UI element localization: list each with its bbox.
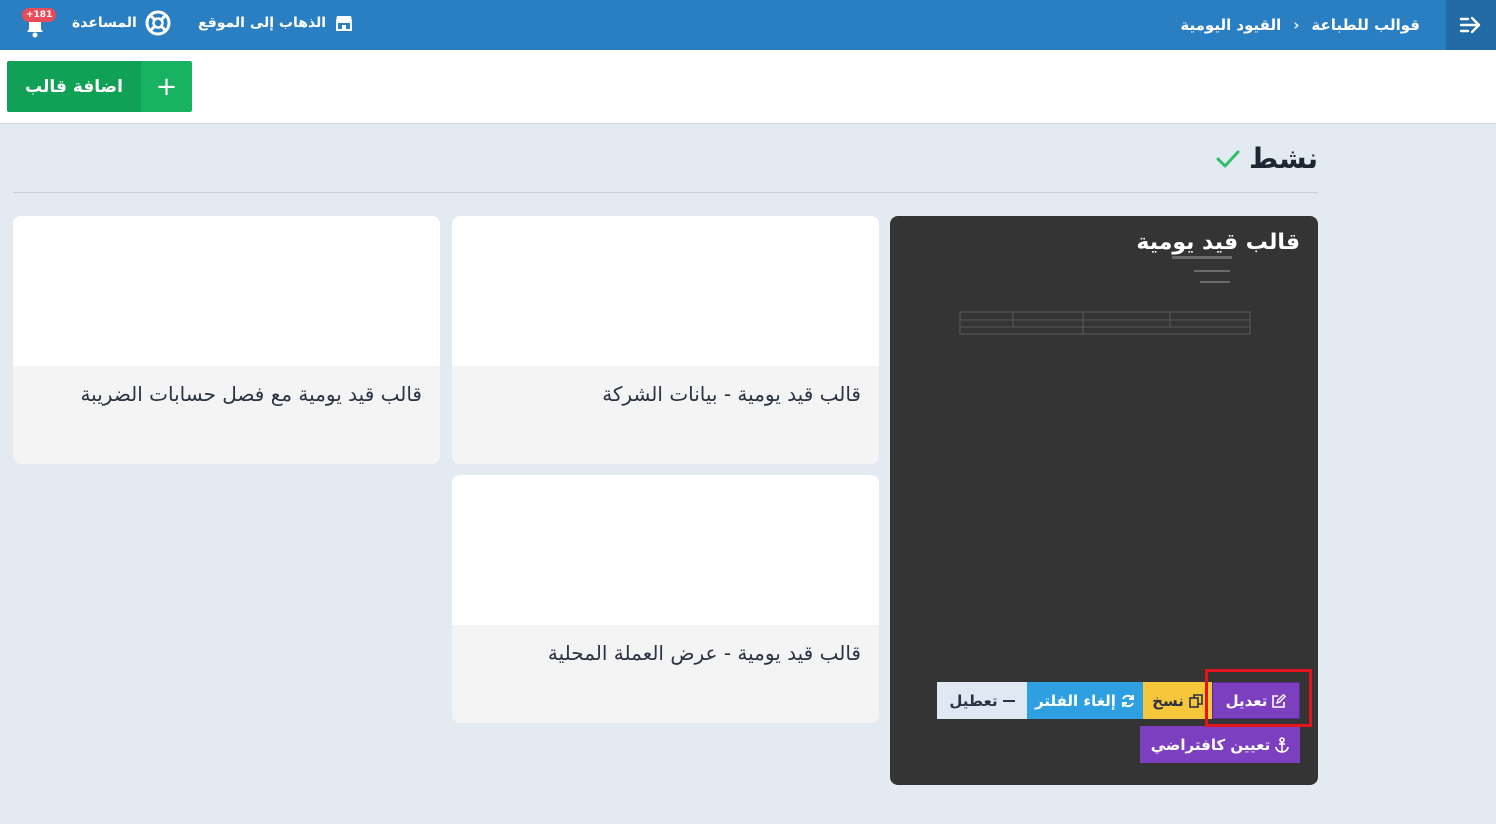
- copy-button[interactable]: نسخ: [1143, 682, 1212, 719]
- refresh-icon: [1121, 694, 1134, 707]
- notifications-badge: +181: [22, 8, 57, 22]
- disable-button[interactable]: تعطيل: [937, 682, 1027, 719]
- disable-label: تعطيل: [949, 691, 998, 710]
- breadcrumb-print-templates[interactable]: قوالب للطباعة: [1311, 16, 1420, 34]
- template-thumbnail: [452, 475, 879, 625]
- help-link[interactable]: المساعدة: [72, 0, 171, 46]
- section-heading-active: نشط: [1215, 142, 1318, 175]
- top-navbar: قوالب للطباعة › القيود اليومية الذهاب إل…: [0, 0, 1496, 50]
- page-toolbar: + اضافة قالب: [0, 50, 1496, 124]
- edit-label: تعديل: [1225, 691, 1268, 710]
- edit-button[interactable]: تعديل: [1212, 682, 1300, 719]
- template-preview: [959, 256, 1251, 335]
- breadcrumb: قوالب للطباعة › القيود اليومية: [1180, 0, 1420, 50]
- arrow-right-bar-icon: [1459, 16, 1481, 34]
- section-divider: [13, 192, 1318, 193]
- help-label: المساعدة: [72, 15, 137, 31]
- go-to-site-label: الذهاب إلى الموقع: [198, 15, 327, 31]
- template-card-title: قالب قيد يومية - بيانات الشركة: [602, 382, 861, 406]
- store-icon: [336, 16, 353, 31]
- template-thumbnail: [452, 216, 879, 366]
- template-card[interactable]: قالب قيد يومية - عرض العملة المحلية: [452, 475, 879, 723]
- copy-label: نسخ: [1152, 691, 1184, 710]
- go-to-site-link[interactable]: الذهاب إلى الموقع: [198, 0, 354, 46]
- copy-icon: [1189, 693, 1203, 708]
- breadcrumb-current: القيود اليومية: [1180, 16, 1282, 34]
- template-card-title: قالب قيد يومية - عرض العملة المحلية: [547, 641, 861, 665]
- edit-icon: [1272, 693, 1287, 708]
- add-template-button[interactable]: + اضافة قالب: [7, 61, 192, 112]
- chevron-left-icon: ›: [1293, 16, 1300, 34]
- section-title: نشط: [1249, 142, 1318, 175]
- lifebuoy-icon: [145, 10, 171, 36]
- template-card-active: قالب قيد يومية تعطيل إلغاء الفلتر نسخ تع…: [890, 216, 1318, 785]
- plus-icon: +: [141, 61, 192, 112]
- check-icon: [1216, 150, 1240, 167]
- template-thumbnail: [13, 216, 440, 366]
- template-actions: تعطيل إلغاء الفلتر نسخ تعديل: [937, 682, 1300, 719]
- notifications-button[interactable]: +181: [20, 8, 57, 40]
- sidebar-toggle-button[interactable]: [1446, 0, 1496, 50]
- minus-icon: [1002, 699, 1015, 702]
- set-default-label: تعيين كافتراضي: [1150, 735, 1271, 754]
- set-default-button[interactable]: تعيين كافتراضي: [1140, 726, 1300, 763]
- clear-filter-button[interactable]: إلغاء الفلتر: [1027, 682, 1143, 719]
- clear-filter-label: إلغاء الفلتر: [1035, 691, 1116, 710]
- anchor-icon: [1275, 736, 1290, 753]
- template-card[interactable]: قالب قيد يومية مع فصل حسابات الضريبة: [13, 216, 440, 464]
- template-card-title: قالب قيد يومية مع فصل حسابات الضريبة: [80, 382, 422, 406]
- add-template-label: اضافة قالب: [7, 61, 141, 112]
- template-card[interactable]: قالب قيد يومية - بيانات الشركة: [452, 216, 879, 464]
